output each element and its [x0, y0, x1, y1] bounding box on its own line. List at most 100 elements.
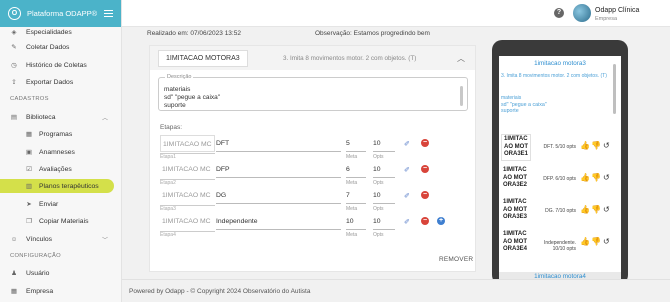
thumbs-up-icon[interactable]: 👍: [580, 141, 590, 150]
sidebar-item-planos-terapeuticos[interactable]: ▥ Planos terapêuticos: [0, 179, 114, 193]
footer-text: Powered by Odapp - © Copyright 2024 Obse…: [129, 288, 311, 295]
opts-field[interactable]: 10: [373, 161, 395, 178]
clipboard-icon: ▣: [25, 149, 33, 156]
description-text[interactable]: materiais sd" "pegue a caixa" suporte: [164, 86, 220, 110]
sidebar-item-enviar[interactable]: ➤ Enviar: [0, 197, 122, 211]
remove-etapa-button[interactable]: −: [421, 165, 429, 173]
opts-label: Opts: [373, 232, 384, 238]
phone-scrollbar[interactable]: [613, 64, 616, 114]
meta-field[interactable]: 7: [346, 187, 366, 204]
realizado-text: Realizado em: 07/06/2023 13:52: [147, 30, 241, 37]
main-content: Realizado em: 07/06/2023 13:52 Observaçã…: [122, 27, 670, 285]
undo-icon[interactable]: ↺: [603, 173, 610, 182]
remove-etapa-button[interactable]: −: [421, 139, 429, 147]
checklist-icon: ☑: [26, 166, 32, 173]
phone-step: 1IMITAC AO MOT ORA3E4 Independente. 10/1…: [501, 230, 613, 260]
thumbs-up-icon[interactable]: 👍: [580, 205, 590, 214]
phone-desc-label: materiais: [501, 95, 522, 101]
avatar[interactable]: [573, 4, 591, 22]
building-icon: ▦: [10, 288, 18, 295]
sidebar-item-label: Programas: [39, 130, 73, 138]
users-icon: ☺: [10, 235, 18, 243]
sidebar-header: O Plataforma ODAPP®: [0, 0, 121, 27]
top-bar: ? Odapp Clínica Empresa: [122, 0, 670, 27]
edit-icon[interactable]: ✐: [404, 140, 410, 148]
export-icon: ⇪: [11, 79, 17, 86]
etapa-row: 1IMITACAO MC DFT Etapa1 5 Meta 10 Opts ✐…: [158, 134, 458, 160]
sidebar-item-historico[interactable]: ◷ Histórico de Coletas: [0, 58, 122, 72]
thumbs-up-icon[interactable]: 👍: [580, 237, 590, 246]
sidebar-item-label: Biblioteca: [26, 113, 56, 121]
user-icon: ♟: [11, 270, 17, 277]
edit-icon[interactable]: ✐: [404, 166, 410, 174]
sidebar-item-label: Avaliações: [39, 165, 72, 173]
thumbs-down-icon[interactable]: 👎: [591, 237, 601, 246]
meta-label: Meta: [346, 232, 358, 238]
undo-icon[interactable]: ↺: [603, 205, 610, 214]
etapa-name-field[interactable]: 1IMITACAO MC: [160, 161, 215, 178]
thumbs-down-icon[interactable]: 👎: [591, 173, 601, 182]
thumbs-down-icon[interactable]: 👎: [591, 141, 601, 150]
sidebar-item-biblioteca[interactable]: ▤ Biblioteca ︿: [0, 110, 122, 124]
undo-icon[interactable]: ↺: [603, 237, 610, 246]
section-cadastros: CADASTROS: [10, 96, 49, 102]
meta-field[interactable]: 5: [346, 135, 366, 152]
sidebar-item-avaliacoes[interactable]: ☑ Avaliações: [0, 162, 122, 176]
menu-icon[interactable]: [104, 10, 113, 17]
sidebar-item-usuario[interactable]: ♟ Usuário: [0, 266, 122, 280]
phone-desc: sd" "pegue a caixa" suporte: [501, 102, 547, 114]
add-etapa-button[interactable]: +: [437, 217, 445, 225]
meta-field[interactable]: 6: [346, 161, 366, 178]
etapas-label: Etapas:: [160, 124, 183, 131]
etapa-name-field[interactable]: 1IMITACAO MC: [160, 135, 215, 152]
thumbs-up-icon[interactable]: 👍: [580, 173, 590, 182]
sidebar-item-label: Vínculos: [26, 235, 53, 243]
etapa-value-field[interactable]: DFT: [216, 135, 341, 152]
edit-icon[interactable]: ✐: [404, 192, 410, 200]
etapa-value-field[interactable]: DG: [216, 187, 341, 204]
remover-button[interactable]: REMOVER: [439, 256, 473, 263]
send-icon: ➤: [26, 201, 32, 208]
etapa-name-field[interactable]: 1IMITACAO MC: [160, 187, 215, 204]
edit-icon[interactable]: ✐: [404, 218, 410, 226]
chevron-up-icon[interactable]: ︿: [457, 53, 465, 64]
sidebar-item-empresa[interactable]: ▦ Empresa: [0, 284, 122, 298]
description-field[interactable]: Descrição materiais sd" "pegue a caixa" …: [158, 74, 468, 111]
opts-field[interactable]: 10: [373, 187, 395, 204]
phone-step-name: 1IMITAC AO MOT ORA3E4: [503, 231, 528, 252]
section-configuracao: CONFIGURAÇÃO: [10, 253, 61, 259]
book-icon: ▤: [10, 114, 18, 121]
phone-step-name: 1IMITAC AO MOT ORA3E1: [501, 134, 531, 161]
sidebar-item-programas[interactable]: ▦ Programas: [0, 127, 122, 141]
opts-field[interactable]: 10: [373, 135, 395, 152]
etapa-name-field[interactable]: 1IMITACAO MC: [160, 213, 215, 230]
help-icon[interactable]: ?: [554, 8, 564, 18]
phone-step: 1IMITAC AO MOT ORA3E2 DFP. 6/10 opts 👍 👎…: [501, 166, 613, 196]
etapa-value-field[interactable]: DFP: [216, 161, 341, 178]
phone-screen: 1imitacao motora3 3. Imita 8 movimentos …: [499, 56, 621, 281]
phone-step-opts: DG. 7/10 opts: [545, 208, 576, 214]
etapa-row: 1IMITACAO MC DFP Etapa2 6 Meta 10 Opts ✐…: [158, 160, 458, 186]
history-icon: ◷: [11, 62, 17, 69]
etapa-value-field[interactable]: Independente: [216, 213, 341, 230]
remove-etapa-button[interactable]: −: [421, 217, 429, 225]
sidebar-item-label: Enviar: [39, 200, 59, 208]
program-title: 1IMITACAO MOTORA3: [158, 50, 248, 67]
sidebar-item-especialidades[interactable]: ◈ Especialidades: [0, 25, 122, 39]
opts-field[interactable]: 10: [373, 213, 395, 230]
program-subtitle: 3. Imita 8 movimentos motor. 2 com objet…: [283, 55, 417, 62]
thumbs-down-icon[interactable]: 👎: [591, 205, 601, 214]
program-card-header[interactable]: 1IMITACAO MOTORA3 3. Imita 8 movimentos …: [150, 46, 475, 70]
sidebar-item-copiar-materiais[interactable]: ❐ Copiar Materiais: [0, 214, 122, 228]
sidebar-item-vinculos[interactable]: ☺ Vínculos ﹀: [0, 232, 122, 246]
meta-field[interactable]: 10: [346, 213, 366, 230]
undo-icon[interactable]: ↺: [603, 141, 610, 150]
description-scrollbar[interactable]: [460, 86, 463, 106]
sidebar-item-anamneses[interactable]: ▣ Anamneses: [0, 145, 122, 159]
chevron-up-icon: ︿: [101, 115, 108, 122]
sidebar-item-coletar-dados[interactable]: ✎ Coletar Dados: [0, 40, 122, 54]
remove-etapa-button[interactable]: −: [421, 191, 429, 199]
sidebar-item-exportar[interactable]: ⇪ Exportar Dados: [0, 75, 122, 89]
user-name[interactable]: Odapp Clínica: [595, 7, 639, 14]
footer: Powered by Odapp - © Copyright 2024 Obse…: [122, 279, 670, 302]
